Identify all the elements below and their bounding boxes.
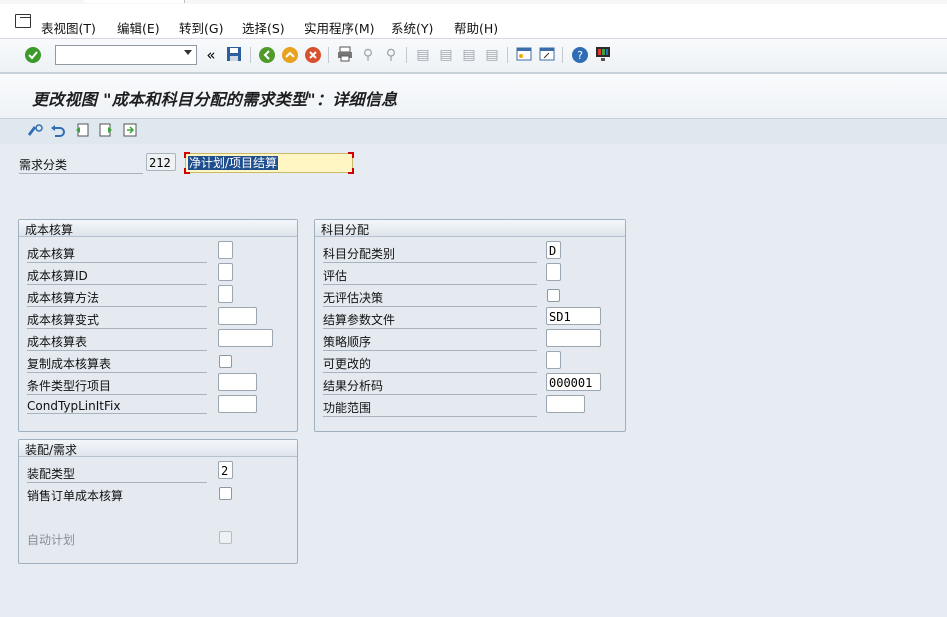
sales-order-costing-label: 销售订单成本核算 [27,489,124,503]
assembly-group-title: 装配/需求 [25,443,78,457]
menu-help[interactable]: 帮助(H) [454,18,498,37]
changeable-label: 可更改的 [323,355,537,373]
sales-order-costing-checkbox[interactable] [219,487,232,500]
group-header: 装配/需求 [19,440,297,457]
no-valuation-decision-label: 无评估决策 [323,289,537,307]
assembly-type-label: 装配类型 [27,465,207,483]
next-page-icon[interactable]: ▤ [460,46,478,64]
menu-selection[interactable]: 选择(S) [242,18,285,37]
layout-icon[interactable] [594,46,612,64]
first-page-icon[interactable]: ▤ [414,46,432,64]
costing-field[interactable] [218,241,233,259]
category-label: 需求分类 [19,156,143,174]
toolbar-separator [507,47,508,63]
enter-check-icon[interactable] [24,46,42,64]
auto-planning-checkbox[interactable] [219,531,232,544]
svg-text:?: ? [577,49,583,62]
condition-type-line-item-label: 条件类型行项目 [27,377,207,395]
undo-icon[interactable] [49,122,67,140]
command-field[interactable] [55,45,197,65]
menu-utilities[interactable]: 实用程序(M) [304,18,375,37]
category-code-field[interactable]: 212 [146,153,176,171]
group-header: 科目分配 [315,220,625,237]
changeable-field[interactable] [546,351,561,369]
strategy-sequence-field[interactable] [546,329,601,347]
toolbar-separator [328,47,329,63]
previous-entry-icon[interactable] [73,122,91,140]
acct-category-field[interactable]: D [546,241,561,259]
auto-planning-label: 自动计划 [27,533,76,547]
copy-costing-sheet-label: 复制成本核算表 [27,355,207,373]
account-assignment-group-title: 科目分配 [321,223,370,237]
back-icon[interactable] [258,46,276,64]
costing-field-label: 成本核算 [27,245,207,263]
print-icon[interactable] [336,46,354,64]
category-description-text: 净计划/项目结算 [188,156,279,170]
group-header: 成本核算 [19,220,297,237]
costing-group-title: 成本核算 [25,223,74,237]
new-session-icon[interactable] [515,46,533,64]
menu-bar: 表视图(T) 编辑(E) 转到(G) 选择(S) 实用程序(M) 系统(Y) 帮… [0,4,947,39]
find-icon[interactable]: ⚲ [359,46,377,64]
functional-area-field[interactable] [546,395,585,413]
page-title: 更改视图 "成本和科目分配的需求类型"：详细信息 [32,90,398,109]
menu-system[interactable]: 系统(Y) [391,18,433,37]
no-valuation-decision-checkbox[interactable] [547,289,560,302]
menu-goto[interactable]: 转到(G) [179,18,223,37]
functional-area-label: 功能范围 [323,399,537,417]
settlement-profile-label: 结算参数文件 [323,311,537,329]
prev-page-icon[interactable]: ▤ [437,46,455,64]
costing-id-field[interactable] [218,263,233,281]
display-change-icon[interactable] [26,122,44,140]
session-tab[interactable] [84,0,185,3]
focus-corner [184,168,190,174]
cancel-icon[interactable] [304,46,322,64]
sap-menu-icon[interactable] [15,14,31,28]
title-bar: 更改视图 "成本和科目分配的需求类型"：详细信息 [0,73,947,119]
costing-method-label: 成本核算方法 [27,289,207,307]
focus-corner [184,152,190,158]
save-icon[interactable] [225,46,243,64]
costing-sheet-label: 成本核算表 [27,333,207,351]
settlement-profile-field[interactable]: SD1 [546,307,601,325]
costing-variant-field[interactable] [218,307,257,325]
toolbar-separator [562,47,563,63]
valuation-label: 评估 [323,267,537,285]
help-icon[interactable]: ? [571,46,589,64]
toolbar-separator [250,47,251,63]
collapse-icon[interactable]: « [202,46,220,64]
copy-costing-sheet-checkbox[interactable] [219,355,232,368]
last-page-icon[interactable]: ▤ [483,46,501,64]
costing-method-field[interactable] [218,285,233,303]
valuation-field[interactable] [546,263,561,281]
condtyplinitfix-field[interactable] [218,395,257,413]
toolbar-separator [406,47,407,63]
other-entry-icon[interactable] [121,122,139,140]
menu-table-view[interactable]: 表视图(T) [41,18,96,37]
standard-toolbar: « ⚲ ⚲ ▤ ▤ ▤ ▤ ? [0,39,947,73]
chevron-down-icon[interactable] [184,50,192,55]
results-analysis-key-field[interactable]: 000001 [546,373,601,391]
condtyplinitfix-label: CondTypLinItFix [27,399,207,414]
acct-category-label: 科目分配类别 [323,245,537,263]
menu-edit[interactable]: 编辑(E) [117,18,160,37]
focus-corner [348,168,354,174]
results-analysis-key-label: 结果分析码 [323,377,537,395]
next-entry-icon[interactable] [97,122,115,140]
focus-corner [348,152,354,158]
shortcut-icon[interactable] [538,46,556,64]
exit-icon[interactable] [281,46,299,64]
strategy-sequence-label: 策略顺序 [323,333,537,351]
costing-id-label: 成本核算ID [27,267,207,285]
condition-type-line-item-field[interactable] [218,373,257,391]
costing-sheet-field[interactable] [218,329,273,347]
assembly-type-field[interactable]: 2 [218,461,233,479]
costing-variant-label: 成本核算变式 [27,311,207,329]
application-toolbar [0,118,947,144]
category-description-field[interactable]: 净计划/项目结算 [184,152,354,174]
find-next-icon[interactable]: ⚲ [382,46,400,64]
